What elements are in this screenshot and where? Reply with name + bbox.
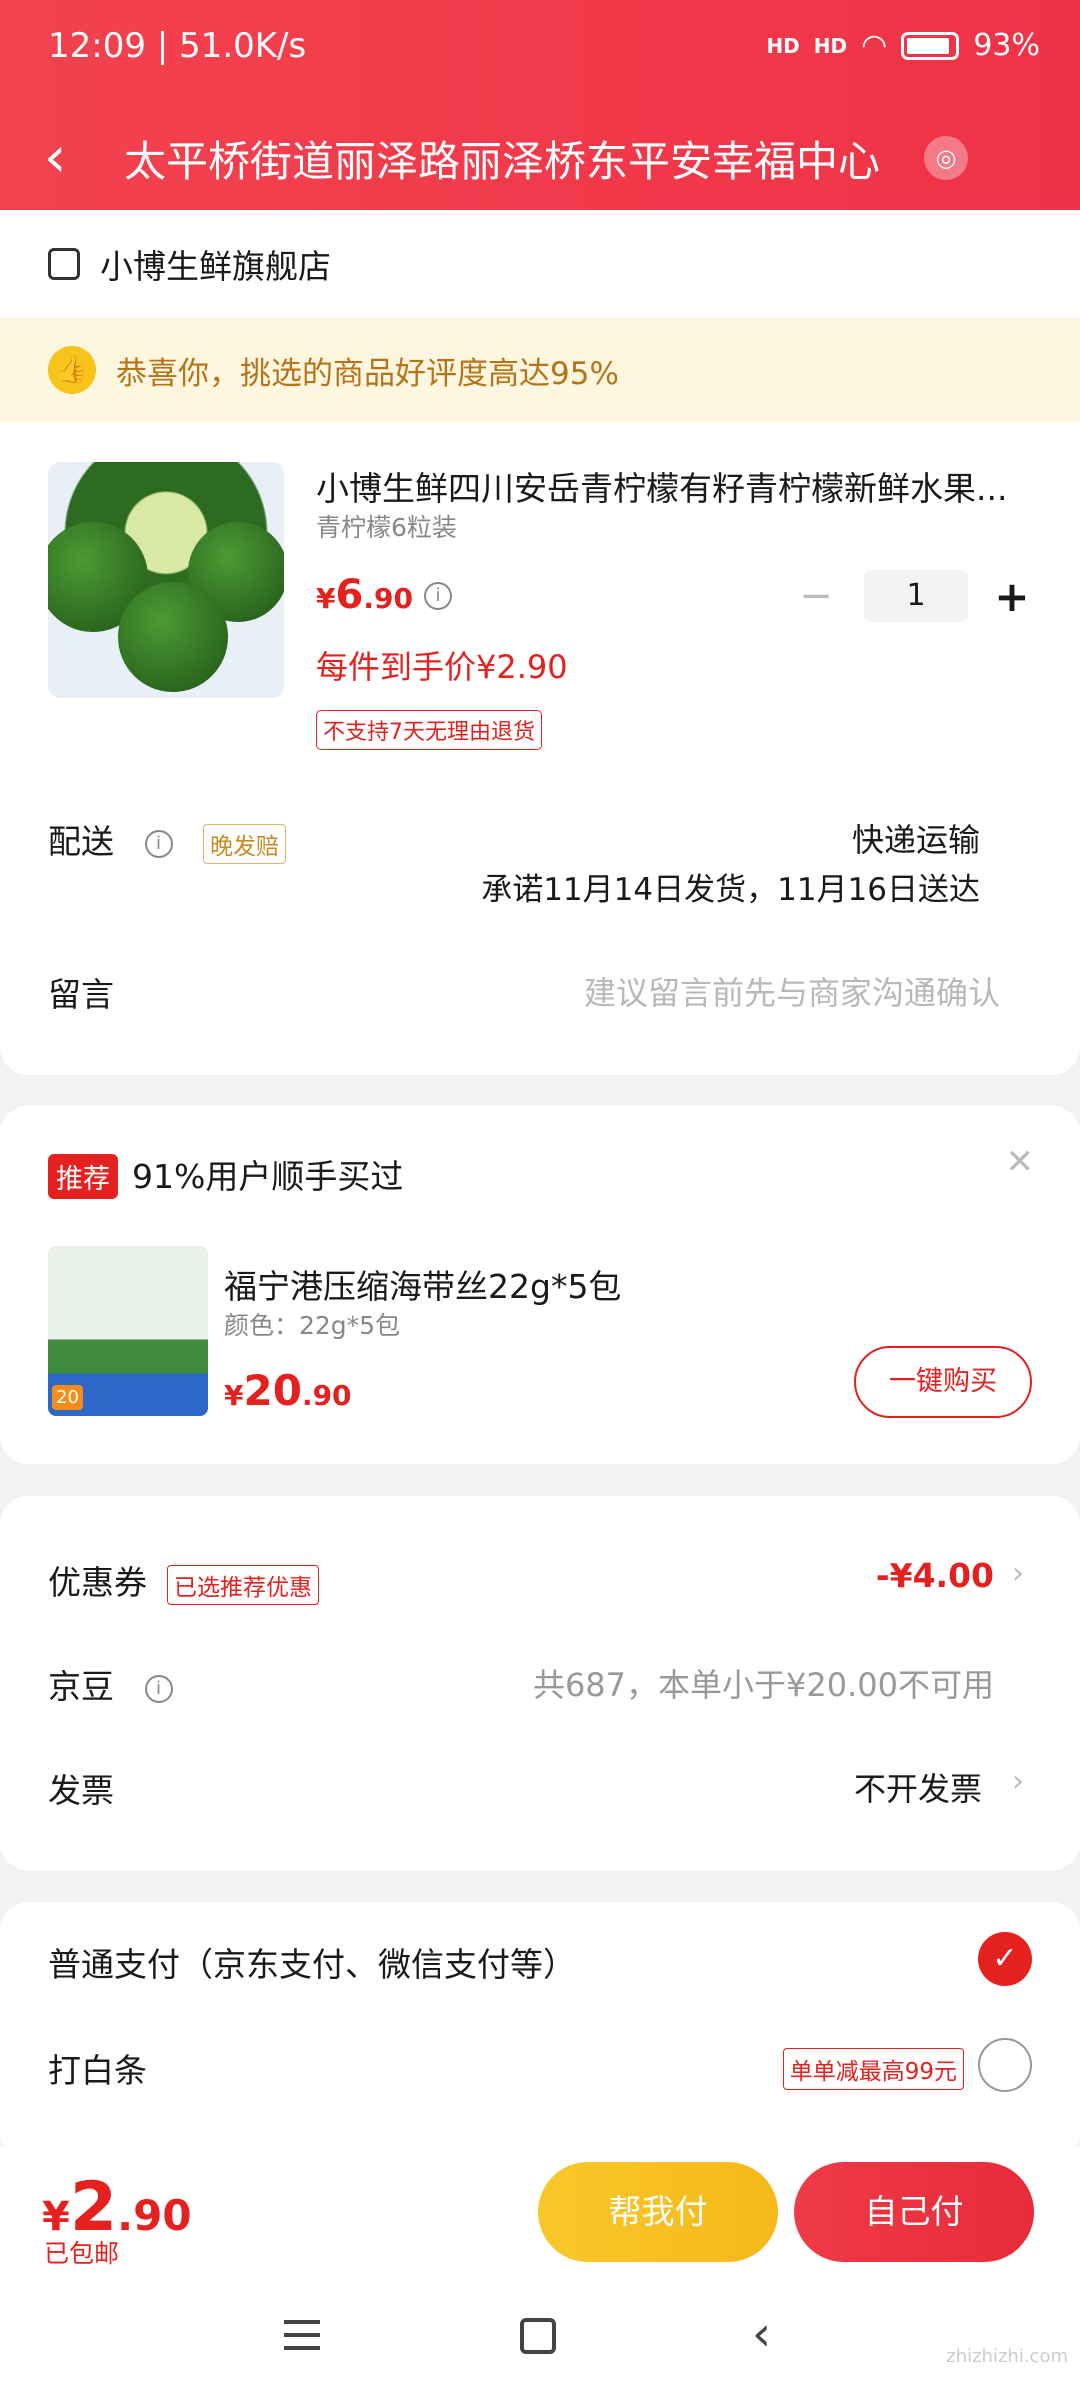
coupon-value[interactable]: -¥4.00: [876, 1556, 994, 1595]
normal-pay-label[interactable]: 普通支付（京东支付、微信支付等）: [48, 1938, 576, 1986]
thumbs-up-icon: 👍: [48, 346, 96, 394]
check-icon[interactable]: ✓: [978, 1932, 1032, 1986]
chevron-right-icon[interactable]: ›: [1012, 1556, 1024, 1591]
wifi-icon: ◠: [861, 28, 888, 63]
order-card: 小博生鲜旗舰店 👍 恭喜你，挑选的商品好评度高达95% 小博生鲜四川安岳青柠檬有…: [0, 210, 1080, 1075]
invoice-value[interactable]: 不开发票: [854, 1764, 982, 1810]
bean-row: 京豆 i: [48, 1660, 173, 1708]
shop-icon: [48, 248, 80, 280]
chevron-right-icon[interactable]: ›: [1012, 1764, 1024, 1799]
coupon-label: 优惠券: [48, 1563, 147, 1602]
coupon-row[interactable]: 优惠券 已选推荐优惠: [48, 1556, 319, 1605]
recommend-item-spec: 颜色：22g*5包: [224, 1311, 401, 1340]
discount-card: 优惠券 已选推荐优惠 -¥4.00 › 京豆 i 共687，本单小于¥20.00不…: [0, 1496, 1080, 1870]
signal-icon: HD: [766, 33, 800, 58]
message-input[interactable]: 建议留言前先与商家沟通确认: [584, 968, 1000, 1014]
product-price: ¥6.90: [316, 572, 413, 618]
shop-header[interactable]: 小博生鲜旗舰店: [48, 240, 331, 288]
payment-card: 普通支付（京东支付、微信支付等） ✓ 打白条 单单减最高99元: [0, 1902, 1080, 2162]
shop-name: 小博生鲜旗舰店: [100, 247, 331, 286]
delivery-promise: 承诺11月14日发货，11月16日送达: [481, 872, 980, 908]
bottom-bar: ¥2.90 已包邮 帮我付 自己付 ‹: [0, 2146, 1080, 2400]
decrease-button[interactable]: −: [792, 573, 840, 619]
delivery-row[interactable]: 配送 i 晚发赔: [48, 815, 286, 864]
battery-icon: [901, 31, 960, 60]
back-icon[interactable]: ‹: [752, 2306, 771, 2362]
increase-button[interactable]: +: [992, 572, 1032, 621]
battery-level: 93%: [973, 28, 1040, 63]
recommend-title: 91%用户顺手买过: [132, 1157, 404, 1196]
late-compensation-tag: 晚发赔: [203, 823, 286, 864]
free-shipping: 已包邮: [44, 2239, 120, 2268]
final-price: 每件到手价¥2.90: [316, 648, 568, 686]
baitiao-label[interactable]: 打白条: [48, 2044, 147, 2092]
product-image[interactable]: [48, 462, 284, 698]
close-icon[interactable]: ✕: [1006, 1142, 1035, 1182]
status-time: 12:09 | 51.0K/s: [48, 26, 307, 66]
bean-label: 京豆: [48, 1667, 114, 1706]
invoice-label: 发票: [48, 1771, 114, 1810]
recommend-item-price: ¥20.90: [224, 1366, 352, 1415]
product-spec: 青柠檬6粒装: [316, 513, 457, 542]
recommend-tag: 推荐: [48, 1154, 118, 1199]
recommend-card: 推荐 91%用户顺手买过 ✕ 20 福宁港压缩海带丝22g*5包 颜色：22g*5…: [0, 1106, 1080, 1464]
quantity-input[interactable]: 1: [864, 570, 968, 622]
delivery-address[interactable]: 太平桥街道丽泽路丽泽桥东平安幸福中心: [124, 128, 894, 189]
signal-icon: HD: [813, 33, 848, 58]
home-icon[interactable]: [520, 2318, 556, 2354]
congrats-text: 恭喜你，挑选的商品好评度高达95%: [116, 355, 619, 392]
radio-icon[interactable]: [978, 2038, 1032, 2092]
location-icon[interactable]: ◎: [924, 136, 968, 180]
menu-icon[interactable]: [284, 2320, 320, 2350]
coupon-tag: 已选推荐优惠: [167, 1564, 319, 1605]
self-pay-button[interactable]: 自己付: [794, 2162, 1034, 2262]
help-pay-button[interactable]: 帮我付: [538, 2162, 778, 2262]
baitiao-tag: 单单减最高99元: [782, 2048, 964, 2090]
header: 12:09 | 51.0K/s HD HD ◠ 93% ‹ 太平桥街道丽泽路丽泽…: [0, 0, 1080, 220]
image-price-badge: 20: [52, 1385, 83, 1410]
one-click-buy-button[interactable]: 一键购买: [854, 1346, 1032, 1418]
status-icons: HD HD ◠ 93%: [766, 28, 1040, 63]
recommend-header: 推荐 91%用户顺手买过: [48, 1150, 403, 1199]
bean-text: 共687，本单小于¥20.00不可用: [532, 1666, 994, 1704]
address-bar: ‹ 太平桥街道丽泽路丽泽桥东平安幸福中心 ◎: [0, 118, 1080, 198]
delivery-info-icon[interactable]: i: [144, 829, 173, 858]
product-title[interactable]: 小博生鲜四川安岳青柠檬有籽青柠檬新鲜水果...: [316, 462, 1036, 510]
system-nav: ‹: [0, 2306, 1080, 2376]
recommend-item-title[interactable]: 福宁港压缩海带丝22g*5包: [224, 1260, 621, 1308]
price-info-icon[interactable]: i: [424, 582, 452, 610]
back-icon[interactable]: ‹: [44, 130, 104, 186]
message-label: 留言: [48, 975, 114, 1014]
bean-info-icon[interactable]: i: [144, 1674, 173, 1703]
no-return-badge: 不支持7天无理由退货: [316, 710, 542, 750]
delivery-type[interactable]: 快递运输: [852, 815, 980, 861]
watermark: zhizhizhi.com: [946, 2346, 1068, 2367]
quantity-stepper: − 1 +: [792, 570, 1032, 622]
recommend-image[interactable]: 20: [48, 1246, 208, 1416]
congrats-banner: 👍 恭喜你，挑选的商品好评度高达95%: [0, 318, 1080, 422]
delivery-label: 配送: [48, 822, 114, 861]
